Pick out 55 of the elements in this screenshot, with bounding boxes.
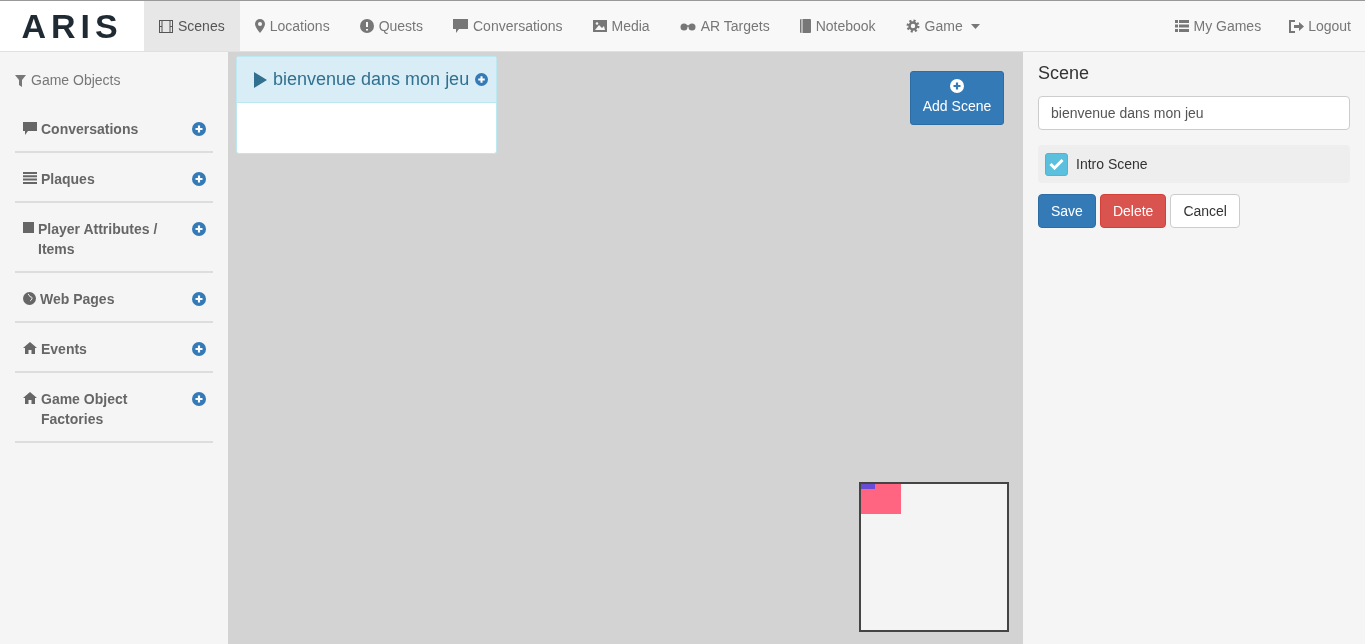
sidebar-group-text[interactable]: Plaques <box>41 169 95 189</box>
add-circle-icon[interactable] <box>192 119 206 136</box>
speech-bubble-icon <box>23 122 37 135</box>
plus-circle-icon <box>950 79 964 93</box>
map-pin-icon <box>254 19 265 33</box>
book-icon <box>799 19 811 33</box>
sidebar-group-text[interactable]: Player Attributes / Items <box>38 219 173 259</box>
panel-heading: Scene <box>1038 62 1091 85</box>
add-scene-button[interactable]: Add Scene <box>910 71 1004 125</box>
nav-tab[interactable]: Notebook <box>784 1 891 51</box>
action-button[interactable]: Cancel <box>1170 194 1240 228</box>
nav-tab[interactable]: Media <box>577 1 665 51</box>
nav-tab[interactable]: Locations <box>239 1 345 51</box>
sidebar-group-text[interactable]: Events <box>41 339 87 359</box>
action-button[interactable]: Save <box>1038 194 1096 228</box>
sidebar-title: Game Objects <box>31 71 121 90</box>
action-button[interactable]: Delete <box>1099 194 1167 228</box>
nav-tab[interactable]: AR Targets <box>664 1 785 51</box>
checkbox-label: Intro Scene <box>1076 154 1148 174</box>
add-circle-icon[interactable] <box>192 219 206 236</box>
nav-link[interactable]: My Games <box>1161 1 1276 51</box>
scene-card[interactable]: bienvenue dans mon jeu <box>236 56 497 154</box>
speech-bubble-icon <box>453 19 468 33</box>
sidebar-group-text[interactable]: Web Pages <box>40 289 115 309</box>
nav-tab[interactable]: Quests <box>344 1 438 51</box>
film-icon <box>159 19 173 33</box>
add-circle-icon[interactable] <box>192 169 206 186</box>
nav-tab[interactable]: Conversations <box>438 1 578 51</box>
play-icon[interactable] <box>254 71 267 88</box>
logout-icon <box>1289 19 1305 33</box>
glasses-icon <box>679 21 696 31</box>
gear-icon <box>905 19 920 33</box>
scene-title: bienvenue dans mon jeu <box>273 68 470 91</box>
nav-tab[interactable]: Game <box>890 1 995 51</box>
checkmark-icon <box>1049 158 1064 170</box>
scene-name-field[interactable]: bienvenue dans mon jeu <box>1038 96 1350 130</box>
sidebar-group-text[interactable]: Conversations <box>41 119 139 139</box>
plus-circle-icon[interactable] <box>475 73 489 86</box>
filter-icon <box>15 74 26 87</box>
house-icon <box>23 392 37 404</box>
exclamation-circle-icon <box>359 19 374 33</box>
caret-icon <box>970 23 980 29</box>
sidebar-group-text[interactable]: Game Object Factories <box>41 389 173 429</box>
checkbox[interactable] <box>1045 152 1068 176</box>
nav-link[interactable]: Logout <box>1275 1 1365 51</box>
minimap-drawing[interactable] <box>859 482 1009 632</box>
house-icon <box>23 342 37 354</box>
list-icon <box>1175 20 1190 32</box>
list-icon <box>23 172 37 184</box>
square-icon <box>23 222 34 233</box>
add-circle-icon[interactable] <box>192 339 206 356</box>
add-circle-icon[interactable] <box>192 389 206 406</box>
add-circle-icon[interactable] <box>192 289 206 306</box>
image-icon <box>592 20 607 32</box>
nav-tab[interactable]: Scenes <box>144 1 240 51</box>
